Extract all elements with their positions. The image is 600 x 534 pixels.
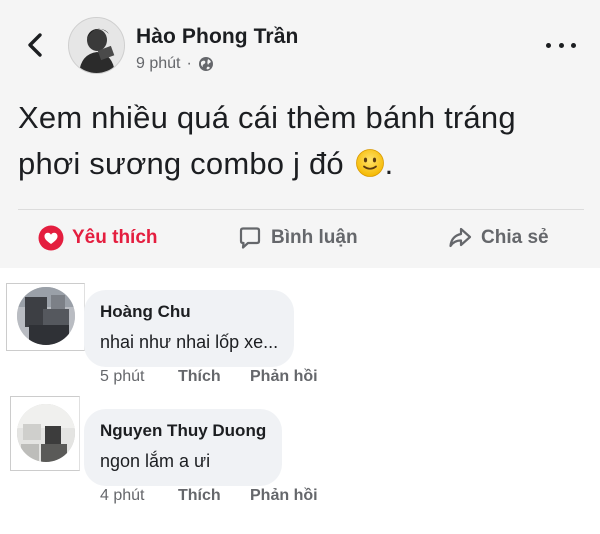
post-meta: 9 phút · xyxy=(136,55,214,73)
post-divider xyxy=(18,209,584,210)
share-arrow-icon xyxy=(447,225,473,251)
comment-time[interactable]: 5 phút xyxy=(100,368,178,386)
share-button[interactable]: Chia sẻ xyxy=(447,224,549,252)
commenter-avatar[interactable] xyxy=(17,404,75,462)
heart-icon xyxy=(38,225,64,251)
slightly-smiling-face-icon xyxy=(355,149,384,177)
avatar-photo xyxy=(17,404,75,462)
love-reaction-label: Yêu thích xyxy=(72,227,158,248)
comment-reply-button[interactable]: Phản hồi xyxy=(250,368,318,386)
comment-actions: 5 phút Thích Phản hồi xyxy=(100,368,318,386)
share-label: Chia sẻ xyxy=(481,227,549,248)
comment-like-button[interactable]: Thích xyxy=(178,368,250,386)
comment-text: ngon lắm a ưi xyxy=(100,451,211,471)
post-text: Xem nhiều quá cái thèm bánh tráng phơi s… xyxy=(18,95,588,187)
author-name[interactable]: Hào Phong Trần xyxy=(136,25,298,49)
commenter-name[interactable]: Nguyen Thuy Duong xyxy=(100,420,266,442)
comment-actions: 4 phút Thích Phản hồi xyxy=(100,487,318,505)
comment-item: Nguyen Thuy Duong ngon lắm a ưi 4 phút T… xyxy=(0,394,600,514)
more-options-button[interactable] xyxy=(546,36,576,54)
more-horizontal-icon-dot xyxy=(571,42,576,48)
globe-icon xyxy=(198,57,213,71)
comment-bubble: Nguyen Thuy Duong ngon lắm a ưi xyxy=(84,409,283,486)
comment-time[interactable]: 4 phút xyxy=(100,487,178,505)
post-text-line-1: Xem nhiều quá cái thèm bánh tráng xyxy=(18,100,516,135)
back-button[interactable] xyxy=(18,28,52,62)
chevron-left-icon xyxy=(28,33,42,57)
commenter-name[interactable]: Hoàng Chu xyxy=(100,301,278,323)
avatar-photo xyxy=(69,18,124,73)
comment-text: nhai như nhai lốp xe... xyxy=(100,332,279,352)
post-text-period: . xyxy=(384,146,394,181)
post-time[interactable]: 9 phút xyxy=(136,55,180,73)
post-text-line-2: phơi sương combo j đó . xyxy=(18,141,588,187)
comment-label: Bình luận xyxy=(271,227,358,248)
meta-separator: · xyxy=(186,55,192,72)
comment-icon xyxy=(237,225,263,251)
comment-like-button[interactable]: Thích xyxy=(178,487,250,505)
love-reaction-button[interactable]: Yêu thích xyxy=(38,224,158,252)
commenter-avatar[interactable] xyxy=(17,287,75,345)
comment-item: Hoàng Chu nhai như nhai lốp xe... 5 phút… xyxy=(0,283,600,393)
post-text-line-2-content: phơi sương combo j đó xyxy=(18,146,344,181)
comment-button[interactable]: Bình luận xyxy=(237,224,358,252)
comment-reply-button[interactable]: Phản hồi xyxy=(250,487,318,505)
author-avatar[interactable] xyxy=(68,17,125,74)
more-horizontal-icon-dot xyxy=(546,42,551,48)
comment-bubble: Hoàng Chu nhai như nhai lốp xe... xyxy=(84,290,295,367)
avatar-photo xyxy=(17,287,75,345)
more-horizontal-icon-dot xyxy=(558,42,564,48)
post-card: Hào Phong Trần 9 phút · Xem nhiều quá cá… xyxy=(0,0,600,268)
